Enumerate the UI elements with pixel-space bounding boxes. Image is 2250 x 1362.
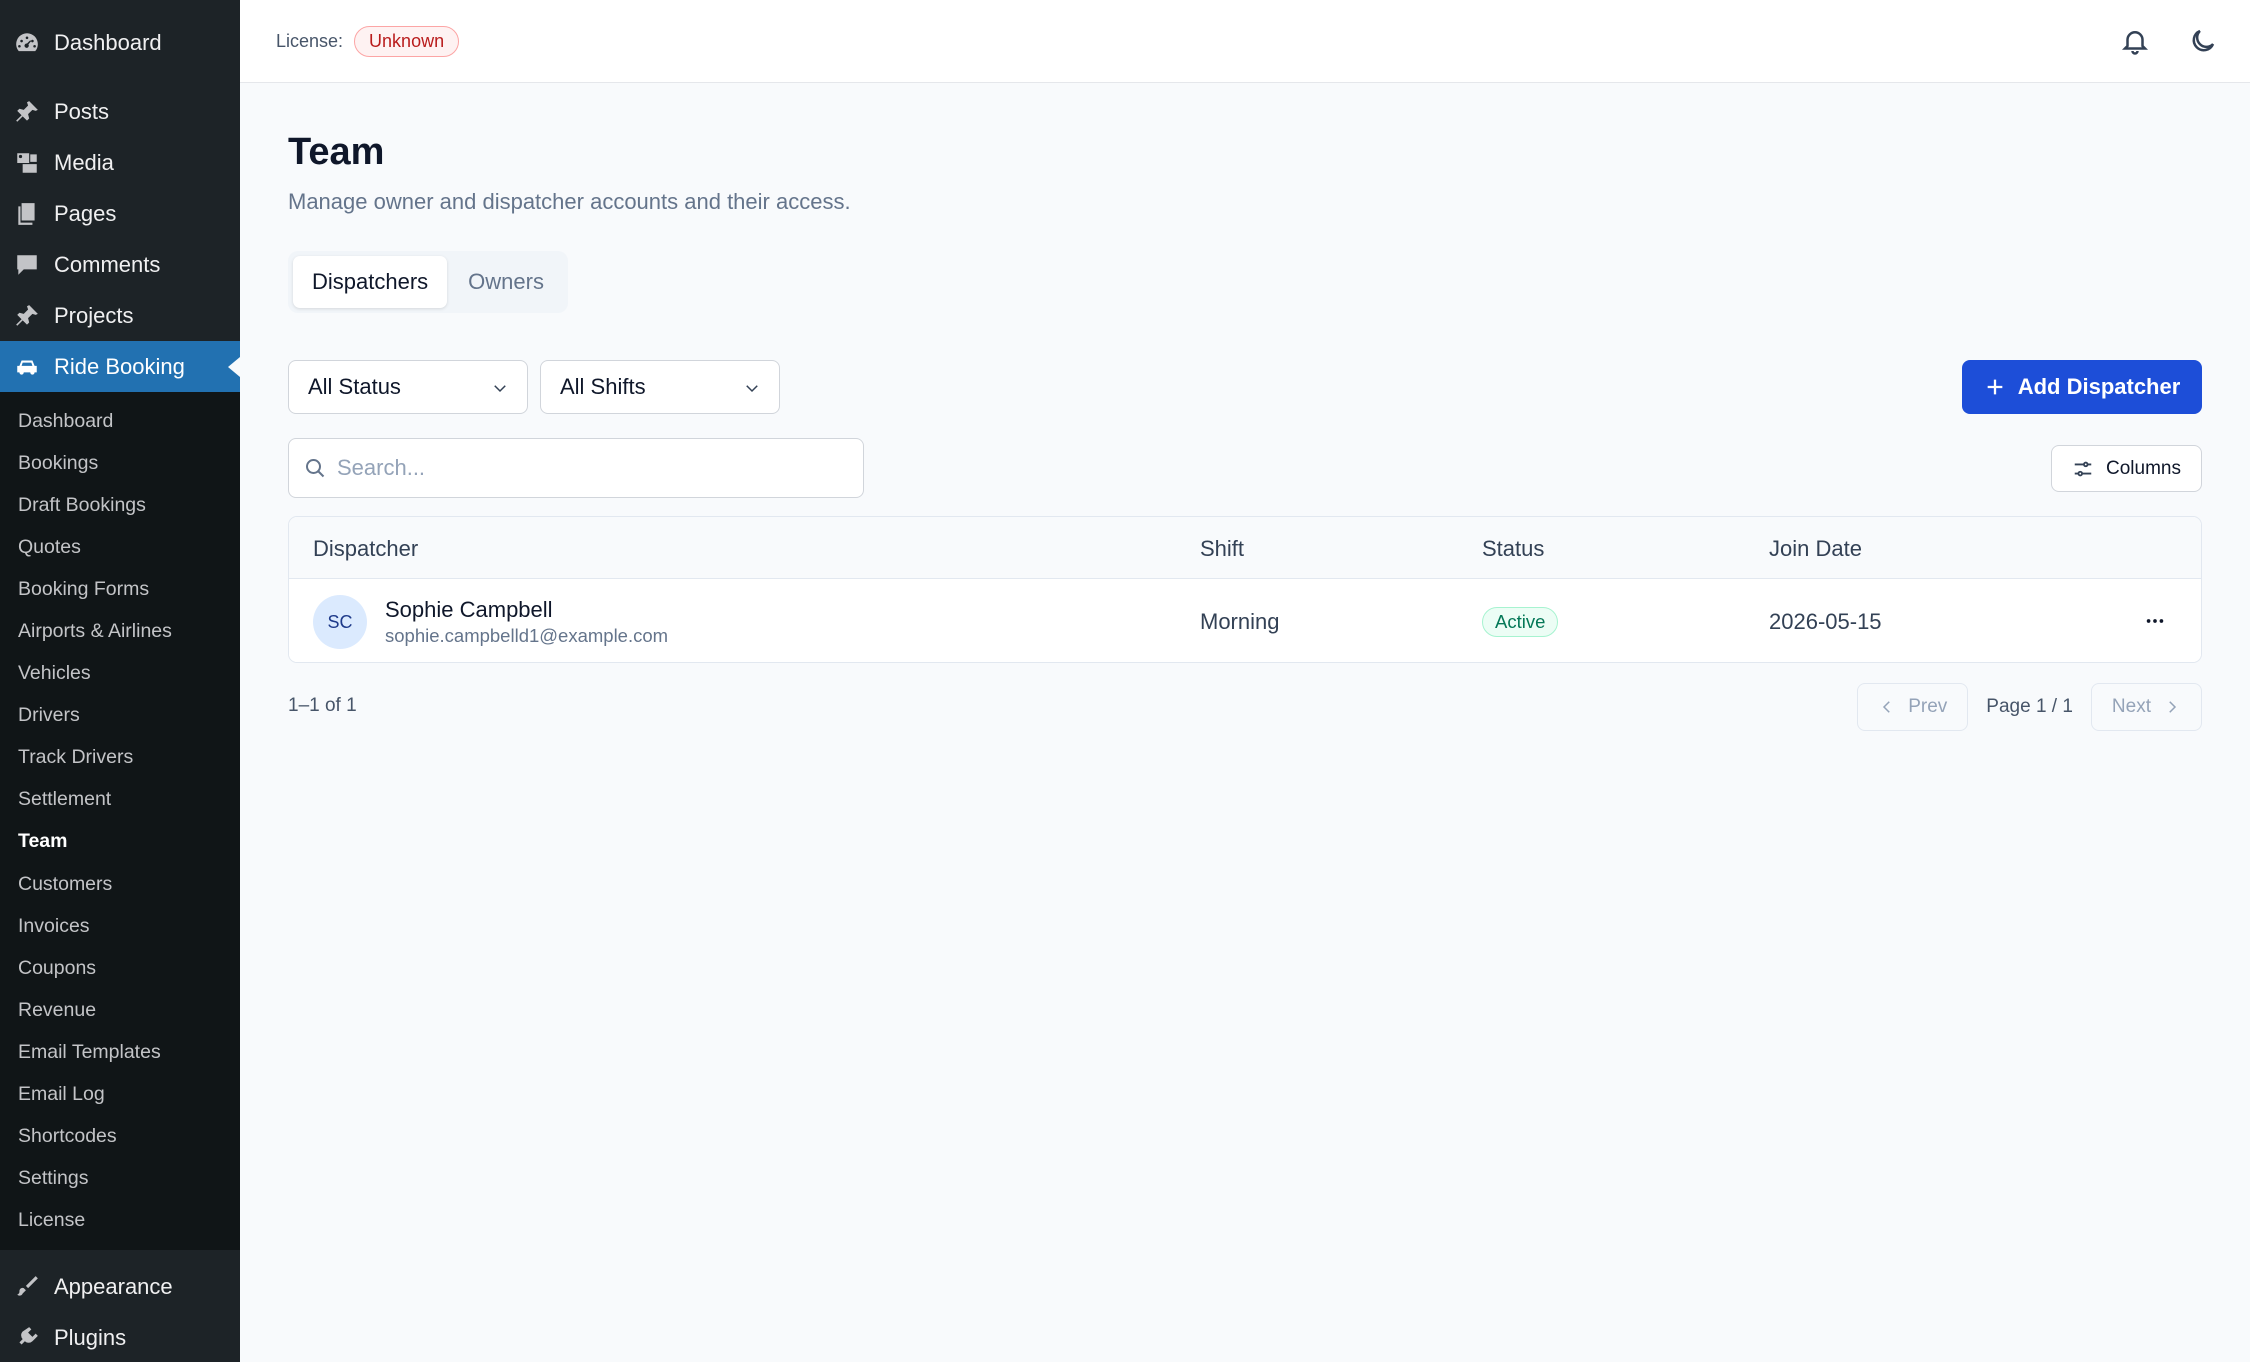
moon-icon[interactable] xyxy=(2186,24,2220,58)
add-dispatcher-label: Add Dispatcher xyxy=(2017,374,2181,399)
sidebar-item-media[interactable]: Media xyxy=(0,137,240,188)
search-box xyxy=(288,438,864,498)
chevron-right-icon xyxy=(2169,701,2177,713)
tab-dispatchers[interactable]: Dispatchers xyxy=(293,256,448,308)
page-indicator: Page 1 / 1 xyxy=(1986,696,2073,717)
add-dispatcher-button[interactable]: Add Dispatcher xyxy=(1962,360,2202,414)
chevron-left-icon xyxy=(1883,701,1890,713)
next-page-button[interactable]: Next xyxy=(2090,683,2202,731)
next-label: Next xyxy=(2111,696,2151,717)
search-input[interactable] xyxy=(337,455,837,481)
ride-booking-submenu: Dashboard Bookings Draft Bookings Quotes… xyxy=(0,392,240,1250)
dispatcher-name: Sophie Campbell xyxy=(385,597,553,622)
dispatcher-email: sophie.campbelld1@example.com xyxy=(385,625,669,646)
submenu-item-coupons[interactable]: Coupons xyxy=(0,947,240,989)
sidebar-item-ride-booking[interactable]: Ride Booking xyxy=(0,341,240,392)
sidebar-item-posts[interactable]: Posts xyxy=(0,86,240,137)
submenu-item-dashboard[interactable]: Dashboard xyxy=(0,400,240,442)
submenu-item-email-templates[interactable]: Email Templates xyxy=(0,1031,240,1073)
status-filter-select[interactable]: All Status xyxy=(288,360,528,414)
column-header-join-date[interactable]: Join Date xyxy=(1769,536,1862,562)
shift-filter-value: All Shifts xyxy=(560,374,646,399)
brush-icon xyxy=(14,1274,40,1300)
sidebar-item-label: Dashboard xyxy=(54,30,162,55)
more-actions-icon[interactable] xyxy=(2143,609,2167,633)
column-header-status[interactable]: Status xyxy=(1482,536,1544,562)
sidebar-item-label: Appearance xyxy=(54,1274,173,1300)
column-header-shift[interactable]: Shift xyxy=(1200,536,1244,562)
prev-label: Prev xyxy=(1908,696,1948,717)
prev-page-button[interactable]: Prev xyxy=(1857,683,1969,731)
status-badge: Active xyxy=(1482,607,1559,637)
sidebar-item-label: Media xyxy=(54,149,114,175)
sidebar-item-label: Posts xyxy=(54,98,110,124)
submenu-item-drivers[interactable]: Drivers xyxy=(0,695,240,737)
comment-icon xyxy=(14,252,40,278)
sidebar-item-label: Ride Booking xyxy=(54,353,185,379)
pin-icon xyxy=(14,99,40,125)
top-bar: License: Unknown xyxy=(240,0,2250,83)
media-icon xyxy=(14,150,40,176)
team-tabs: Dispatchers Owners xyxy=(288,251,568,313)
column-header-dispatcher[interactable]: Dispatcher xyxy=(313,536,418,562)
chevron-down-icon xyxy=(746,385,758,393)
sidebar-item-label: Projects xyxy=(54,302,134,328)
submenu-item-draft-bookings[interactable]: Draft Bookings xyxy=(0,484,240,526)
shift-cell: Morning xyxy=(1200,609,1280,634)
sidebar-item-label: Plugins xyxy=(54,1325,127,1351)
submenu-item-revenue[interactable]: Revenue xyxy=(0,989,240,1031)
submenu-item-booking-forms[interactable]: Booking Forms xyxy=(0,568,240,610)
search-icon xyxy=(306,459,325,478)
columns-button[interactable]: Columns xyxy=(2051,445,2202,492)
table-header: Dispatcher Shift Status Join Date xyxy=(289,517,2201,579)
submenu-item-vehicles[interactable]: Vehicles xyxy=(0,653,240,695)
shift-filter-select[interactable]: All Shifts xyxy=(540,360,780,414)
pages-icon xyxy=(14,201,40,227)
avatar: SC xyxy=(313,595,367,649)
submenu-item-invoices[interactable]: Invoices xyxy=(0,905,240,947)
results-count: 1–1 of 1 xyxy=(288,695,357,716)
submenu-item-customers[interactable]: Customers xyxy=(0,863,240,905)
license-label: License: xyxy=(276,30,344,51)
submenu-item-settlement[interactable]: Settlement xyxy=(0,779,240,821)
submenu-item-email-log[interactable]: Email Log xyxy=(0,1074,240,1116)
admin-sidebar: Dashboard Posts Media Pages Comments Pro… xyxy=(0,0,240,1362)
sidebar-item-label: Pages xyxy=(54,200,117,226)
sliders-icon xyxy=(2074,461,2092,476)
chevron-down-icon xyxy=(494,385,506,393)
dispatchers-table: Dispatcher Shift Status Join Date SC Sop… xyxy=(288,516,2202,663)
sidebar-item-label: Comments xyxy=(54,251,161,277)
sidebar-item-projects[interactable]: Projects xyxy=(0,290,240,341)
join-date-cell: 2026-05-15 xyxy=(1769,609,1882,634)
sidebar-item-dashboard[interactable]: Dashboard xyxy=(0,0,240,86)
submenu-item-bookings[interactable]: Bookings xyxy=(0,442,240,484)
dashboard-icon xyxy=(14,30,40,56)
submenu-item-shortcodes[interactable]: Shortcodes xyxy=(0,1116,240,1158)
submenu-item-airports-airlines[interactable]: Airports & Airlines xyxy=(0,610,240,652)
status-filter-value: All Status xyxy=(308,374,401,399)
submenu-item-team[interactable]: Team xyxy=(0,821,240,863)
license-status-badge[interactable]: Unknown xyxy=(354,25,460,57)
sidebar-item-comments[interactable]: Comments xyxy=(0,239,240,290)
car-icon xyxy=(14,354,40,380)
pin-icon xyxy=(14,303,40,329)
sidebar-item-plugins[interactable]: Plugins xyxy=(0,1313,240,1362)
submenu-item-license[interactable]: License xyxy=(0,1200,240,1242)
sidebar-item-pages[interactable]: Pages xyxy=(0,188,240,239)
bell-icon[interactable] xyxy=(2118,24,2152,58)
page-title: Team xyxy=(288,131,385,173)
submenu-item-settings[interactable]: Settings xyxy=(0,1158,240,1200)
sidebar-item-appearance[interactable]: Appearance xyxy=(0,1262,240,1313)
page-subtitle: Manage owner and dispatcher accounts and… xyxy=(288,189,851,214)
plugin-icon xyxy=(14,1325,40,1351)
submenu-item-track-drivers[interactable]: Track Drivers xyxy=(0,737,240,779)
table-row[interactable]: SC Sophie Campbell sophie.campbelld1@exa… xyxy=(289,579,2201,662)
submenu-item-quotes[interactable]: Quotes xyxy=(0,526,240,568)
plus-icon xyxy=(1987,379,2003,395)
columns-label: Columns xyxy=(2106,457,2181,479)
pagination: Prev Page 1 / 1 Next xyxy=(1857,683,2202,731)
tab-owners[interactable]: Owners xyxy=(449,256,563,308)
